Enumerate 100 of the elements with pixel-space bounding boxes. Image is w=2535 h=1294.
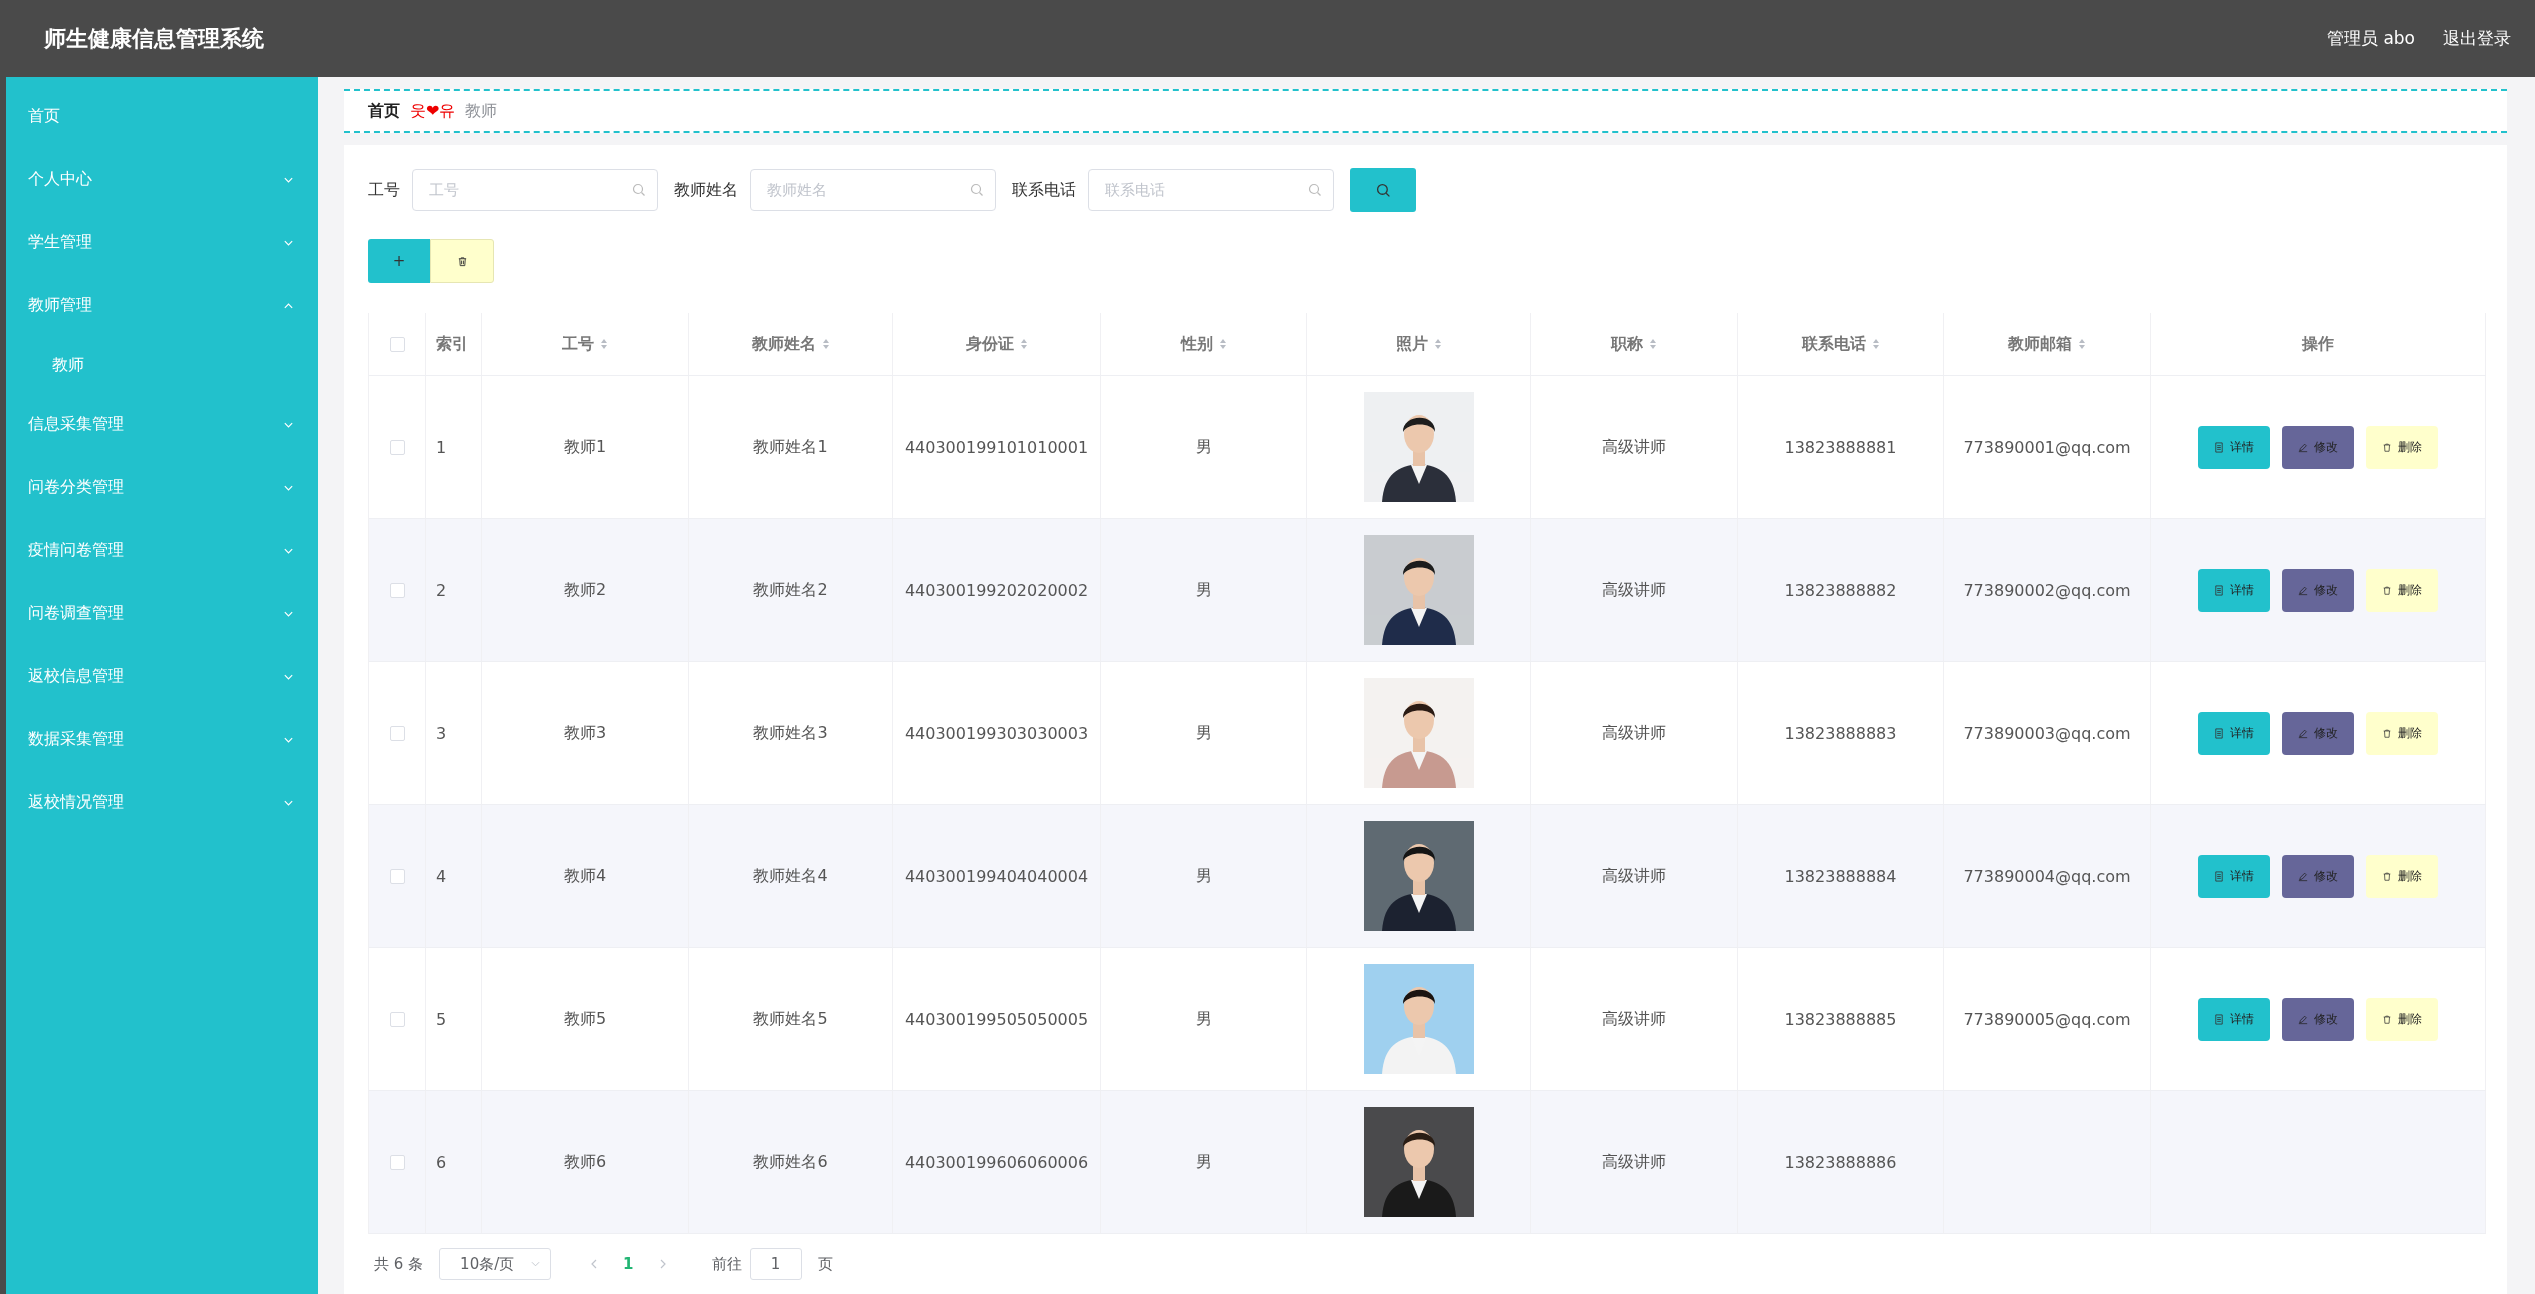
detail-button[interactable]: 详情 (2198, 997, 2270, 1041)
column-header[interactable]: 工号 (562, 333, 594, 355)
sort-icon[interactable] (1433, 338, 1442, 350)
table-cell: 教师1 (563, 436, 607, 458)
chevron-icon (283, 546, 294, 555)
detail-button[interactable]: 详情 (2198, 568, 2270, 612)
page-size-select[interactable]: 10条/页 (439, 1248, 552, 1280)
sort-icon[interactable] (1871, 338, 1880, 350)
column-header[interactable]: 身份证 (965, 333, 1014, 355)
sort-icon[interactable] (1019, 338, 1028, 350)
table-cell: 13823888884 (1784, 866, 1897, 886)
column-header[interactable]: 联系电话 (1801, 333, 1866, 355)
table-cell: 教师4 (563, 865, 607, 887)
user-label: 管理员 abo (2327, 27, 2415, 50)
detail-button[interactable]: 详情 (2198, 854, 2270, 898)
delete-button[interactable]: 删除 (2366, 425, 2438, 469)
column-header: 索引 (436, 333, 468, 355)
field-label: 工号 (368, 179, 400, 201)
field-label: 联系电话 (1012, 179, 1076, 201)
row-checkbox[interactable] (389, 582, 405, 598)
table-cell: 教师姓名1 (753, 436, 828, 458)
column-header[interactable]: 职称 (1611, 333, 1643, 355)
table-cell: 教师2 (563, 579, 607, 601)
field-label: 教师姓名 (674, 179, 738, 201)
table-cell: 440300199303030003 (904, 723, 1089, 743)
column-header[interactable]: 教师姓名 (751, 333, 816, 355)
table-cell: 13823888882 (1784, 580, 1897, 600)
edit-button[interactable]: 修改 (2282, 854, 2354, 898)
edit-button[interactable]: 修改 (2282, 711, 2354, 755)
column-header[interactable]: 教师邮箱 (2008, 333, 2072, 355)
goto-label: 前往 (711, 1254, 742, 1274)
page-input[interactable]: 1 (749, 1248, 802, 1280)
delete-button[interactable]: 删除 (2366, 997, 2438, 1041)
table-cell: 440300199404040004 (904, 866, 1089, 886)
chevron-icon (531, 1261, 541, 1267)
edit-button[interactable]: 修改 (2282, 997, 2354, 1041)
search-icon (970, 183, 984, 197)
chevron-icon (283, 672, 294, 681)
table-cell: 773890002@qq.com (1963, 580, 2131, 600)
sort-icon[interactable] (1218, 338, 1227, 350)
row-checkbox[interactable] (389, 1154, 405, 1170)
add-button[interactable]: + (368, 239, 430, 283)
row-checkbox[interactable] (389, 725, 405, 741)
chevron-icon (283, 175, 294, 184)
column-header[interactable]: 性别 (1180, 333, 1213, 355)
trash-icon (2382, 1013, 2392, 1025)
delete-button[interactable] (430, 239, 494, 283)
breadcrumb-home[interactable]: 首页 (368, 100, 400, 122)
table-cell: 2 (436, 580, 447, 600)
row-checkbox[interactable] (389, 439, 405, 455)
edit-button[interactable]: 修改 (2282, 568, 2354, 612)
previous-page-icon[interactable] (591, 1259, 598, 1269)
table-cell: 高级讲师 (1602, 436, 1666, 458)
chevron-icon (283, 301, 294, 310)
table-cell: 教师姓名6 (753, 1151, 828, 1173)
search-button[interactable] (1350, 168, 1416, 212)
chevron-icon (283, 420, 294, 429)
trash-icon (2382, 441, 2392, 453)
sort-icon[interactable] (2078, 338, 2086, 350)
sort-icon[interactable] (1649, 338, 1657, 350)
page-unit: 页 (817, 1254, 833, 1274)
edit-button[interactable]: 修改 (2282, 425, 2354, 469)
page-number[interactable]: 1 (623, 1255, 634, 1273)
delete-button[interactable]: 删除 (2366, 854, 2438, 898)
search-field[interactable]: 教师姓名 (750, 169, 996, 211)
select-all-checkbox[interactable] (389, 336, 405, 352)
table-cell: 男 (1195, 1008, 1212, 1030)
table-cell: 教师姓名5 (753, 1008, 828, 1030)
table-cell: 4 (436, 866, 447, 886)
search-field[interactable]: 工号 (412, 169, 658, 211)
document-icon (2214, 1013, 2224, 1025)
table-cell: 773890003@qq.com (1963, 723, 2131, 743)
search-field[interactable]: 联系电话 (1088, 169, 1334, 211)
sort-icon[interactable] (600, 338, 608, 350)
search-icon (1375, 182, 1391, 198)
table-cell: 440300199101010001 (904, 437, 1089, 457)
chevron-icon (283, 735, 294, 744)
table-cell: 高级讲师 (1602, 1151, 1666, 1173)
detail-button[interactable]: 详情 (2198, 425, 2270, 469)
row-checkbox[interactable] (389, 868, 405, 884)
next-page-icon[interactable] (659, 1259, 666, 1269)
table-cell: 5 (436, 1009, 447, 1029)
table-cell: 教师6 (563, 1151, 607, 1173)
table-cell: 440300199606060006 (904, 1152, 1089, 1172)
table-cell: 440300199505050005 (904, 1009, 1089, 1029)
chevron-icon (283, 483, 294, 492)
delete-button[interactable]: 删除 (2366, 711, 2438, 755)
sort-icon[interactable] (821, 338, 830, 350)
document-icon (2214, 441, 2224, 453)
trash-icon (2382, 584, 2392, 596)
document-icon (2214, 584, 2224, 596)
table-cell: 773890005@qq.com (1963, 1009, 2131, 1029)
table-cell: 13823888886 (1784, 1152, 1897, 1172)
column-header[interactable]: 照片 (1395, 333, 1428, 355)
row-checkbox[interactable] (389, 1011, 405, 1027)
logout-link[interactable]: 退出登录 (2443, 27, 2511, 50)
table-cell: 男 (1195, 865, 1212, 887)
table-cell: 男 (1195, 436, 1212, 458)
delete-button[interactable]: 删除 (2366, 568, 2438, 612)
detail-button[interactable]: 详情 (2198, 711, 2270, 755)
